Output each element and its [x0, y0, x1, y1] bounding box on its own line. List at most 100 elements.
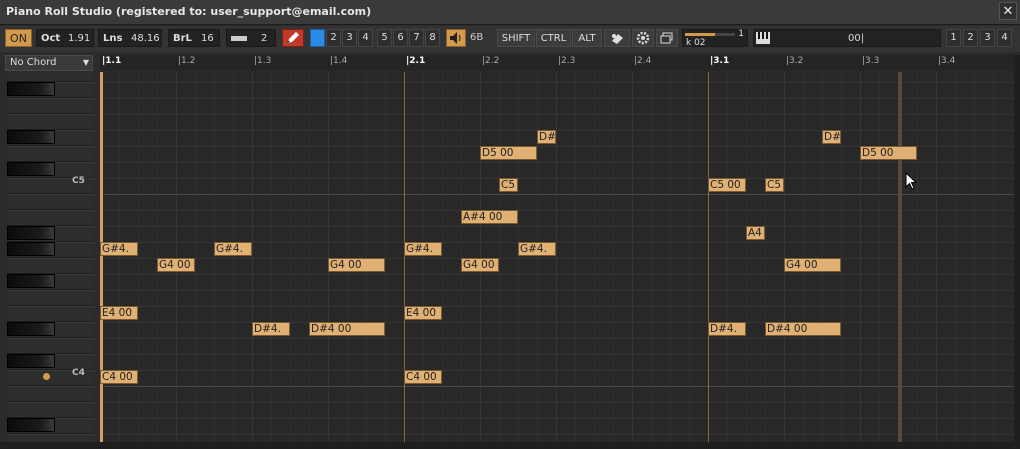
eraser-button[interactable] [604, 29, 630, 47]
playhead[interactable] [100, 72, 103, 442]
bar-length-field[interactable]: BrL 16 [168, 29, 220, 47]
white-key[interactable] [7, 194, 93, 210]
note-block[interactable]: C4 00 [404, 370, 442, 384]
note-block[interactable]: C5 [499, 178, 518, 192]
step-field[interactable]: 2 [226, 29, 276, 47]
grid-beat-line [385, 72, 386, 442]
white-key[interactable] [7, 386, 93, 402]
note-block[interactable]: E4 00 [100, 306, 138, 320]
white-key[interactable] [7, 98, 93, 114]
black-key[interactable] [7, 130, 55, 144]
note-block[interactable]: C5 [765, 178, 784, 192]
ruler-label: |3.2 [786, 56, 804, 66]
note-block[interactable]: E4 00 [404, 306, 442, 320]
white-key[interactable] [7, 290, 93, 306]
channel-8-button[interactable]: 8 [425, 29, 440, 47]
channel-1-button[interactable] [310, 29, 325, 47]
timeline-ruler[interactable]: |1.1 |1.2 |1.3 |1.4 |2.1 |2.2 |2.3 |2.4 |3.1 |3.2… [100, 55, 1014, 71]
chord-select[interactable]: No Chord ▼ [5, 55, 93, 71]
black-key[interactable] [7, 242, 55, 256]
grid-row-line [100, 418, 1014, 419]
note-block[interactable]: D#4. [708, 322, 746, 336]
channel-7-button[interactable]: 7 [409, 29, 424, 47]
note-block[interactable]: D5 00 [480, 146, 537, 160]
midi-value: 00| [848, 33, 865, 44]
octave-field[interactable]: Oct 1.91 [36, 29, 94, 47]
shift-button[interactable]: SHIFT [497, 29, 535, 47]
note-block[interactable]: G4 00 [328, 258, 385, 272]
ctrl-button[interactable]: CTRL [536, 29, 571, 47]
loop-end-marker[interactable] [898, 72, 902, 442]
white-key[interactable] [7, 258, 93, 274]
black-key[interactable] [7, 322, 55, 336]
view-4-button[interactable]: 4 [997, 29, 1012, 47]
note-block[interactable]: G4 00 [157, 258, 195, 272]
white-key[interactable] [7, 114, 93, 130]
speaker-button[interactable] [446, 29, 466, 47]
grid-row-line [100, 274, 1014, 275]
view-1-button[interactable]: 1 [946, 29, 961, 47]
grid-beat-line [955, 72, 956, 442]
note-block[interactable]: G#4. [404, 242, 442, 256]
black-key[interactable] [7, 274, 55, 288]
note-block[interactable]: D#4 00 [309, 322, 385, 336]
note-block[interactable]: G4 00 [461, 258, 499, 272]
channel-3-button[interactable]: 3 [342, 29, 357, 47]
horizontal-scrollbar[interactable] [0, 442, 1020, 449]
note-block[interactable]: G#4. [214, 242, 252, 256]
white-key[interactable] [7, 210, 93, 226]
white-key[interactable] [7, 72, 93, 82]
speaker-icon [450, 32, 461, 44]
piano-keyboard[interactable]: C5 C4 [0, 72, 100, 442]
grid-beat-line [594, 72, 595, 442]
note-block[interactable]: A#4 00 [461, 210, 518, 224]
note-block[interactable]: D# [822, 130, 841, 144]
note-block[interactable]: G#4. [100, 242, 138, 256]
pencil-tool-button[interactable] [282, 29, 304, 47]
black-key[interactable] [7, 162, 55, 176]
ruler-label: |2.3 [558, 56, 576, 66]
on-toggle[interactable]: ON [5, 29, 32, 47]
settings-button[interactable] [632, 29, 654, 47]
lines-label: Lns [103, 33, 123, 44]
window-mode-button[interactable] [656, 29, 678, 47]
lines-field[interactable]: Lns 48.16 [98, 29, 162, 47]
white-key[interactable] [7, 338, 93, 354]
channel-4-button[interactable]: 4 [358, 29, 373, 47]
note-block[interactable]: D#4 00 [765, 322, 841, 336]
white-key[interactable] [7, 402, 93, 418]
note-grid[interactable]: D# D# D5 00 D5 00 C5 C5 00 C5 A#4 00 A4 G#4. G#4. G… [100, 72, 1014, 442]
grid-beat-line [917, 72, 918, 442]
note-block[interactable]: G4 00 [784, 258, 841, 272]
white-key[interactable] [7, 146, 93, 162]
ruler-label: |3.3 [862, 56, 880, 66]
note-block[interactable]: A4 [746, 226, 765, 240]
white-key[interactable] [7, 306, 93, 322]
channel-2-button[interactable]: 2 [326, 29, 341, 47]
black-key[interactable] [7, 82, 55, 96]
alt-button[interactable]: ALT [572, 29, 602, 47]
note-block[interactable]: D# [537, 130, 556, 144]
note-block[interactable]: G#4. [518, 242, 556, 256]
grid-beat-line [214, 72, 215, 442]
channel-5-button[interactable]: 5 [377, 29, 392, 47]
black-key[interactable] [7, 354, 55, 368]
white-key[interactable] [7, 434, 93, 442]
midi-input-field[interactable]: 00| [753, 29, 941, 47]
note-block[interactable]: C4 00 [100, 370, 138, 384]
channel-6-button[interactable]: 6 [393, 29, 408, 47]
black-key[interactable] [7, 226, 55, 240]
view-2-button[interactable]: 2 [963, 29, 978, 47]
velocity-slider[interactable]: k 02 1 [682, 29, 748, 48]
black-key[interactable] [7, 418, 55, 432]
grid-row-line [100, 98, 1014, 99]
vertical-scrollbar[interactable] [1014, 55, 1020, 442]
view-3-button[interactable]: 3 [980, 29, 995, 47]
note-block[interactable]: D#4. [252, 322, 290, 336]
window-title: Piano Roll Studio (registered to: user_s… [6, 5, 372, 18]
grid-row-line [100, 338, 1014, 339]
grid-beat-line [803, 72, 804, 442]
note-block[interactable]: C5 00 [708, 178, 746, 192]
close-button[interactable]: ✕ [999, 2, 1017, 20]
note-block[interactable]: D5 00 [860, 146, 917, 160]
